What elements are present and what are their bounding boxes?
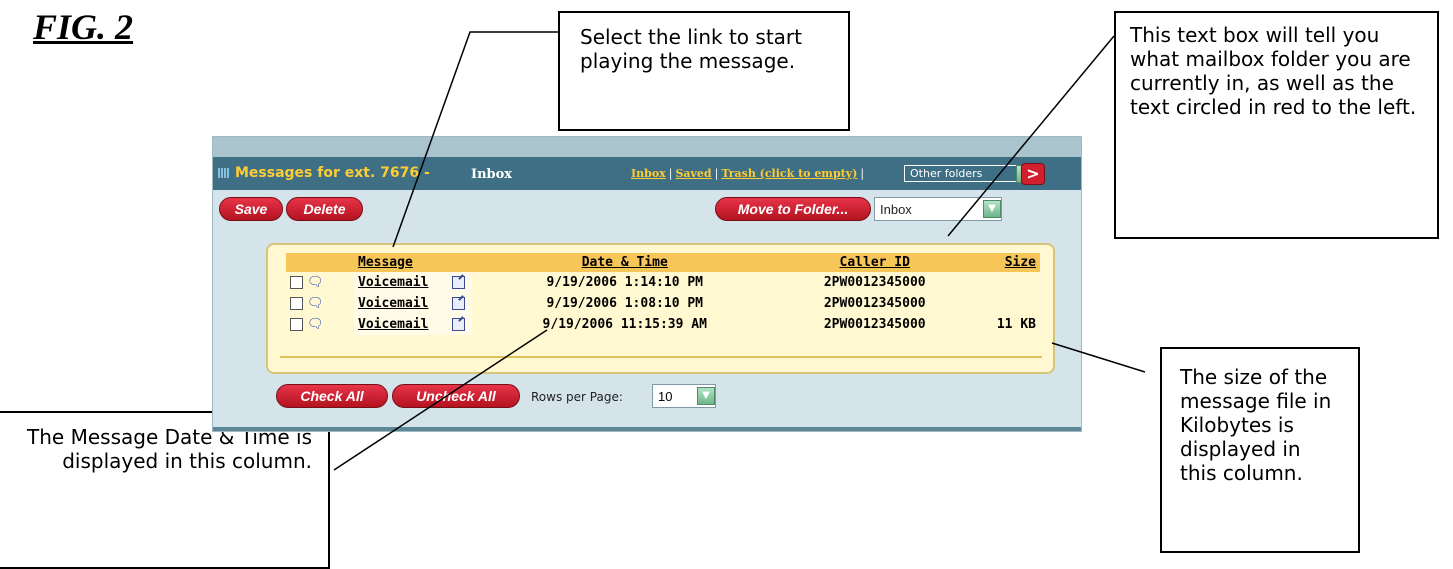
link-separator: | — [668, 167, 673, 180]
table-footer-rule — [280, 356, 1042, 358]
rows-per-page-label: Rows per Page: — [531, 390, 623, 404]
voicemail-link[interactable]: Voicemail — [358, 275, 428, 290]
caller-id-cell: 2PW0012345000 — [823, 275, 926, 290]
datetime-cell: 9/19/2006 11:15:39 AM — [542, 317, 707, 332]
check-all-button[interactable]: Check All — [276, 384, 388, 408]
voicemail-link[interactable]: Voicemail — [358, 296, 428, 311]
row-checkbox[interactable] — [290, 318, 303, 331]
messages-table: Message Date & Time Caller ID Size 🗨 Voi… — [286, 253, 1040, 335]
size-cell — [972, 272, 1040, 293]
row-select-cell: 🗨 — [286, 314, 354, 335]
message-cell: Voicemail — [354, 293, 472, 314]
row-checkbox[interactable] — [290, 276, 303, 289]
speech-bubble-icon: 🗨 — [307, 317, 324, 332]
save-button[interactable]: Save — [219, 197, 283, 221]
column-header-datetime[interactable]: Date & Time — [472, 253, 778, 272]
rows-per-page-value: 10 — [658, 389, 673, 404]
size-cell — [972, 293, 1040, 314]
messages-table-box: Message Date & Time Caller ID Size 🗨 Voi… — [266, 243, 1055, 374]
callout-size-column: The size of the message file in Kilobyte… — [1160, 347, 1360, 553]
folder-select-value: Inbox — [880, 202, 912, 217]
callout-folder-box: This text box will tell you what mailbox… — [1114, 11, 1439, 239]
link-trash[interactable]: Trash (click to empty) — [721, 167, 857, 180]
uncheck-all-button[interactable]: Uncheck All — [392, 384, 520, 408]
figure-title: FIG. 2 — [33, 7, 134, 47]
table-row: 🗨 Voicemail 9/19/2006 11:15:39 AM 2PW001… — [286, 314, 1040, 335]
link-separator: | — [714, 167, 719, 180]
link-separator: | — [860, 167, 865, 180]
row-select-cell: 🗨 — [286, 272, 354, 293]
messages-panel: Messages for ext. 7676 - Inbox Inbox | Sav… — [212, 136, 1082, 432]
chevron-down-icon[interactable]: ▼ — [983, 200, 1001, 218]
link-inbox[interactable]: Inbox — [631, 167, 666, 180]
other-folders-select[interactable]: Other folders ▼ — [904, 165, 1034, 183]
message-cell: Voicemail — [354, 314, 472, 335]
voicemail-link[interactable]: Voicemail — [358, 317, 428, 332]
datetime-cell: 9/19/2006 1:14:10 PM — [546, 275, 704, 290]
messages-titlebar: Messages for ext. 7676 - Inbox Inbox | Sav… — [213, 157, 1081, 190]
messages-title: Messages for ext. 7676 - — [235, 165, 430, 181]
column-header-caller-id[interactable]: Caller ID — [777, 253, 972, 272]
edit-note-icon[interactable] — [451, 318, 465, 331]
folder-select[interactable]: Inbox ▼ — [874, 197, 1002, 221]
row-checkbox[interactable] — [290, 297, 303, 310]
edit-note-icon[interactable] — [451, 297, 465, 310]
table-row: 🗨 Voicemail 9/19/2006 1:14:10 PM 2PW0012… — [286, 272, 1040, 293]
row-select-cell: 🗨 — [286, 293, 354, 314]
datetime-cell: 9/19/2006 1:08:10 PM — [546, 296, 704, 311]
panel-bottom-border — [213, 427, 1081, 431]
delete-button[interactable]: Delete — [286, 197, 363, 221]
link-saved[interactable]: Saved — [675, 167, 711, 180]
column-header-size[interactable]: Size — [972, 253, 1040, 272]
folder-links: Inbox | Saved | Trash (click to empty) | — [631, 167, 867, 180]
size-cell: 11 KB — [996, 317, 1036, 332]
caller-id-cell: 2PW0012345000 — [823, 317, 926, 332]
table-row: 🗨 Voicemail 9/19/2006 1:08:10 PM 2PW0012… — [286, 293, 1040, 314]
header-select — [286, 253, 354, 272]
edit-note-icon[interactable] — [451, 276, 465, 289]
other-folders-value: Other folders — [910, 167, 983, 180]
panel-header-band — [213, 137, 1081, 157]
next-page-button[interactable]: > — [1021, 163, 1045, 185]
speech-bubble-icon: 🗨 — [307, 296, 324, 311]
move-to-folder-button[interactable]: Move to Folder... — [715, 197, 871, 221]
rows-per-page-select[interactable]: 10 ▼ — [652, 384, 716, 408]
current-folder-label: Inbox — [471, 167, 513, 182]
column-header-message[interactable]: Message — [354, 253, 472, 272]
chevron-down-icon[interactable]: ▼ — [697, 387, 715, 405]
message-cell: Voicemail — [354, 272, 472, 293]
grid-icon — [218, 168, 230, 178]
callout-date-column: The Message Date & Time is displayed in … — [0, 411, 330, 569]
caller-id-cell: 2PW0012345000 — [823, 296, 926, 311]
speech-bubble-icon: 🗨 — [307, 275, 324, 290]
callout-message-link: Select the link to start playing the mes… — [558, 11, 850, 131]
